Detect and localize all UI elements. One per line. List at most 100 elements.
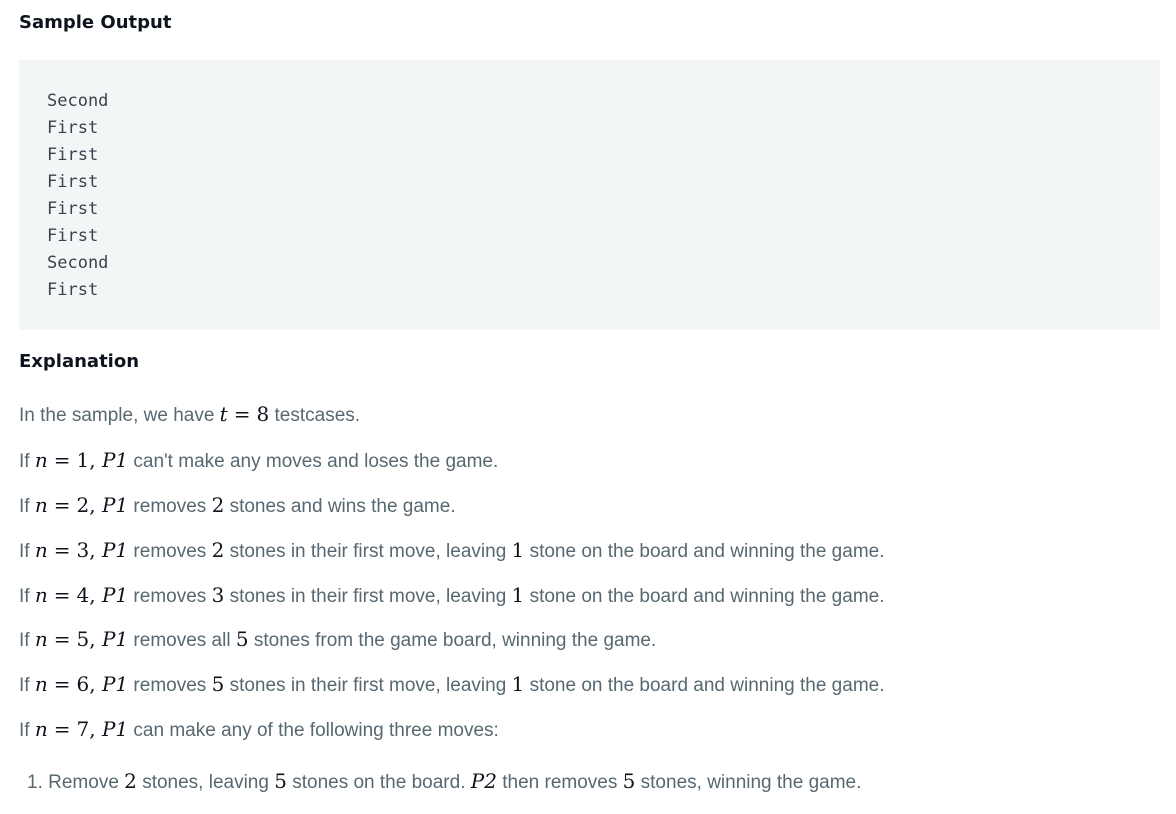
math-comma: , [89, 583, 96, 607]
case-text: removes [133, 541, 207, 562]
output-line: First [47, 199, 99, 219]
case-if: If [19, 630, 30, 651]
list-text: stones, winning the game. [640, 772, 862, 793]
math-number: 1 [511, 672, 525, 696]
list-text: Remove [48, 772, 119, 793]
math-number: 2 [211, 538, 225, 562]
math-number: 6 [76, 672, 90, 696]
list-text: stones, leaving [142, 772, 269, 793]
math-comma: , [89, 672, 96, 696]
math-comma: , [89, 627, 96, 651]
math-expression: n = 5, P1 [35, 627, 128, 651]
math-number: 5 [211, 672, 225, 696]
case-if: If [19, 720, 30, 741]
case-if: If [19, 496, 30, 517]
list-text: then removes [502, 772, 618, 793]
case-text: stones in their first move, leaving [229, 675, 507, 696]
case-if: If [19, 541, 30, 562]
math-expression: n = 7, P1 [35, 717, 128, 741]
math-operator: = [53, 583, 71, 607]
case-text: can't make any moves and loses the game. [133, 451, 499, 472]
math-number: 4 [76, 583, 90, 607]
math-number: 5 [235, 627, 249, 651]
math-expression: t = 8 [220, 402, 270, 426]
math-number: 5 [274, 769, 287, 793]
math-number: 1 [511, 583, 525, 607]
sample-output-heading: Sample Output [19, 12, 172, 33]
case-if: If [19, 675, 30, 696]
list-text: stones on the board. [292, 772, 466, 793]
math-number: 3 [76, 538, 90, 562]
case-text: stone on the board and winning the game. [529, 541, 885, 562]
math-operator: = [53, 538, 71, 562]
intro-text: testcases. [274, 405, 361, 426]
math-comma: , [89, 538, 96, 562]
math-player: P1 [101, 583, 129, 607]
case-n4: If n = 4, P1 removes 3 stones in their fir… [19, 582, 885, 610]
case-text: removes [133, 586, 207, 607]
math-var: n [34, 538, 48, 562]
list-item: 1. Remove 2 stones, leaving 5 stones on … [27, 768, 861, 796]
math-number: 5 [76, 627, 90, 651]
output-line: First [47, 280, 99, 300]
case-text: stones from the game board, winning the … [253, 630, 657, 651]
math-expression: n = 2, P1 [35, 493, 128, 517]
math-number: 5 [622, 769, 636, 793]
output-line: First [47, 226, 99, 246]
math-player: P1 [101, 493, 129, 517]
case-text: can make any of the following three move… [133, 720, 499, 741]
math-number: 3 [211, 583, 225, 607]
math-var: n [34, 493, 48, 517]
case-n7: If n = 7, P1 can make any of the following… [19, 716, 499, 744]
math-player: P1 [101, 717, 129, 741]
case-n3: If n = 3, P1 removes 2 stones in their fir… [19, 537, 885, 565]
math-number: 1 [511, 538, 525, 562]
list-marker: 1. [27, 772, 43, 793]
math-operator: = [53, 672, 71, 696]
math-var: n [34, 672, 48, 696]
case-if: If [19, 586, 30, 607]
math-operator: = [53, 493, 71, 517]
math-var: n [34, 627, 48, 651]
case-if: If [19, 451, 30, 472]
case-n6: If n = 6, P1 removes 5 stones in their fir… [19, 671, 885, 699]
math-operator: = [233, 402, 251, 426]
output-line: Second [47, 253, 109, 273]
case-text: stones and wins the game. [229, 496, 456, 517]
math-operator: = [53, 627, 71, 651]
output-line: First [47, 172, 99, 192]
case-text: stones in their first move, leaving [229, 586, 507, 607]
math-operator: = [53, 717, 71, 741]
math-number: 2 [211, 493, 225, 517]
sample-output-code-block: Second First First First First First Sec… [19, 60, 1160, 330]
math-number: 7 [76, 717, 90, 741]
case-text: stone on the board and winning the game. [529, 586, 885, 607]
math-expression: n = 4, P1 [35, 583, 128, 607]
output-line: First [47, 145, 99, 165]
math-player: P1 [101, 672, 129, 696]
math-expression: n = 1, P1 [35, 448, 128, 472]
case-n5: If n = 5, P1 removes all 5 stones from the… [19, 626, 656, 654]
math-player: P2 [471, 769, 497, 793]
explanation-intro: In the sample, we have t = 8 testcases. [19, 401, 360, 429]
explanation-heading: Explanation [19, 351, 140, 372]
case-text: removes [133, 496, 207, 517]
math-player: P1 [101, 448, 129, 472]
intro-text: In the sample, we have [19, 405, 215, 426]
math-number: 2 [76, 493, 90, 517]
case-text: stones in their first move, leaving [229, 541, 507, 562]
output-line: Second [47, 91, 109, 111]
output-line: First [47, 118, 99, 138]
math-number: 2 [124, 769, 137, 793]
math-number: 1 [76, 448, 90, 472]
math-comma: , [89, 448, 96, 472]
math-comma: , [89, 493, 96, 517]
math-comma: , [89, 717, 96, 741]
case-text: stone on the board and winning the game. [529, 675, 885, 696]
case-n2: If n = 2, P1 removes 2 stones and wins the… [19, 492, 456, 520]
math-expression: n = 6, P1 [35, 672, 128, 696]
case-text: removes all [133, 630, 231, 651]
case-text: removes [133, 675, 207, 696]
math-operator: = [53, 448, 71, 472]
math-var: n [34, 717, 48, 741]
